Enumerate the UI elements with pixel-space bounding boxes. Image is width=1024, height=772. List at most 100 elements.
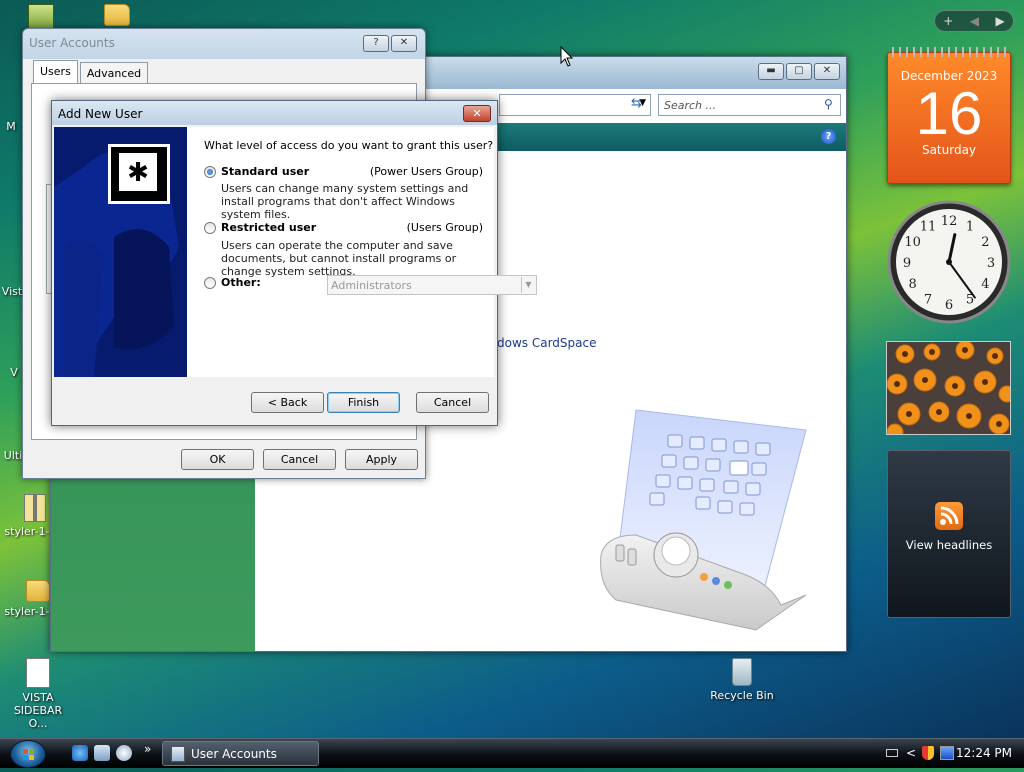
clock-numeral: 4	[981, 277, 989, 292]
desktop-icon-network[interactable]: M	[0, 120, 22, 133]
desktop-icon-label: V	[10, 366, 18, 379]
taskbar	[0, 738, 1024, 768]
recycle-bin-icon	[732, 658, 752, 686]
dialog-title: Add New User	[58, 107, 143, 121]
media-player-icon[interactable]	[116, 745, 132, 761]
calendar-rings	[892, 47, 1006, 57]
desktop-icon-label: VISTA SIDEBAR O...	[13, 691, 63, 730]
apply-button[interactable]: Apply	[345, 449, 418, 470]
calendar-weekday: Saturday	[921, 143, 977, 157]
desktop-icon-label: styler-1-	[4, 605, 50, 618]
other-group-value: Administrators	[331, 279, 412, 292]
windows-logo-icon	[23, 749, 34, 760]
search-icon[interactable]: ⚲	[824, 97, 833, 111]
cancel-button[interactable]: Cancel	[263, 449, 336, 470]
desktop-icon-label: styler-1-	[4, 525, 50, 538]
next-page-button[interactable]: ▶	[996, 14, 1005, 28]
network-icon[interactable]	[940, 746, 954, 760]
desktop-icon-v[interactable]: V	[4, 366, 24, 379]
sidebar-controls: + ◀ ▶	[934, 10, 1014, 32]
other-group-select[interactable]: Administrators ▼	[327, 275, 537, 295]
desktop-icon-label: Vist	[1, 285, 23, 298]
show-desktop-icon[interactable]	[94, 745, 110, 761]
wizard-content: What level of access do you want to gran…	[187, 127, 537, 377]
add-gadget-button[interactable]: +	[943, 14, 953, 28]
option-label-restricted[interactable]: Restricted user	[221, 221, 316, 234]
desktop-icon-label: Recycle Bin	[710, 689, 774, 702]
cancel-button[interactable]: Cancel	[416, 392, 489, 413]
option-desc-standard: Users can change many system settings an…	[221, 182, 469, 221]
help-icon[interactable]: ?	[821, 129, 836, 144]
desktop-icon-styler-folder[interactable]: styler-1-	[0, 580, 54, 618]
slideshow-gadget[interactable]	[886, 341, 1011, 435]
add-new-user-dialog: Add New User ✕ ✱ What level of access do…	[51, 100, 537, 426]
cardspace-link[interactable]: dows CardSpace	[497, 336, 596, 350]
dropdown-arrow-icon[interactable]: ▼	[521, 277, 535, 293]
radio-other[interactable]	[204, 277, 216, 289]
flowers-photo	[887, 342, 1010, 434]
address-bar[interactable]: ▼	[499, 94, 651, 116]
previous-page-button[interactable]: ◀	[970, 14, 979, 28]
option-desc-restricted: Users can operate the computer and save …	[221, 239, 457, 278]
clock-center	[946, 259, 952, 265]
minimize-button[interactable]: ▬	[758, 63, 784, 80]
clock-numeral: 8	[908, 277, 916, 292]
quicklaunch-more-button[interactable]: »	[144, 742, 151, 756]
option-group-standard: (Power Users Group)	[369, 165, 483, 178]
option-label-other[interactable]: Other:	[221, 276, 261, 289]
clock-numeral: 10	[904, 235, 921, 250]
desktop-icon-styler-zip[interactable]: styler-1-	[0, 494, 54, 538]
start-button[interactable]	[10, 740, 46, 768]
zip-icon	[24, 494, 46, 522]
wizard-side-banner: ✱	[54, 127, 187, 377]
clock-numeral: 9	[903, 256, 911, 271]
clock-time[interactable]: 12:24 PM	[956, 746, 1012, 760]
refresh-icon[interactable]: ⇆	[631, 96, 642, 111]
control-panel-keypad-illustration	[600, 409, 807, 631]
close-button[interactable]: ✕	[814, 63, 840, 80]
calendar-gadget[interactable]: December 2023 16 Saturday	[887, 47, 1011, 184]
radio-standard-user[interactable]	[204, 166, 216, 178]
clock-numeral: 1	[966, 220, 974, 235]
ok-button[interactable]: OK	[181, 449, 254, 470]
folder-icon	[104, 4, 130, 26]
system-tray: < 12:24 PM	[880, 740, 1024, 768]
clock-gadget[interactable]: 1234567891011 12	[886, 198, 1012, 326]
clock-numeral: 6	[945, 298, 953, 313]
search-input[interactable]: Search ...	[658, 94, 841, 116]
taskbar-item-user-accounts[interactable]: User Accounts	[162, 741, 319, 766]
help-button[interactable]: ?	[363, 35, 389, 52]
close-button[interactable]: ✕	[391, 35, 417, 52]
close-button[interactable]: ✕	[463, 105, 491, 122]
computer-icon	[28, 4, 54, 30]
option-group-restricted: (Users Group)	[406, 221, 483, 234]
security-shield-icon[interactable]	[922, 746, 934, 760]
back-button[interactable]: < Back	[251, 392, 324, 413]
clock-numeral: 12	[941, 214, 958, 229]
clock-numeral: 11	[920, 220, 937, 235]
dialog-title: User Accounts	[29, 36, 115, 50]
desktop-icon-vista-sidebar[interactable]: VISTA SIDEBAR O...	[4, 658, 72, 730]
mouse-cursor-icon	[560, 46, 574, 67]
clock-numeral: 7	[924, 292, 932, 307]
user-accounts-icon: ✱	[108, 144, 170, 204]
tray-expand-button[interactable]: <	[906, 746, 916, 760]
user-accounts-icon	[171, 746, 185, 762]
finish-button[interactable]: Finish	[327, 392, 400, 413]
radio-restricted-user[interactable]	[204, 222, 216, 234]
desktop-icon-label: M	[6, 120, 16, 133]
access-question: What level of access do you want to gran…	[204, 139, 494, 152]
rss-icon	[935, 502, 963, 530]
desktop-icon-folder[interactable]	[82, 4, 152, 29]
clock-numeral: 2	[981, 235, 989, 250]
view-headlines-link[interactable]: View headlines	[888, 538, 1010, 552]
feed-headlines-gadget[interactable]: View headlines	[887, 450, 1011, 618]
desktop-icon-recycle-bin[interactable]: Recycle Bin	[706, 658, 778, 702]
keyboard-icon[interactable]	[886, 749, 898, 757]
maximize-button[interactable]: ▢	[786, 63, 812, 80]
internet-explorer-icon[interactable]	[72, 745, 88, 761]
option-label-standard[interactable]: Standard user	[221, 165, 309, 178]
clock-numeral: 3	[987, 256, 995, 271]
tab-users[interactable]: Users	[33, 60, 78, 84]
desktop-icon-vista[interactable]: Vist	[0, 285, 24, 298]
